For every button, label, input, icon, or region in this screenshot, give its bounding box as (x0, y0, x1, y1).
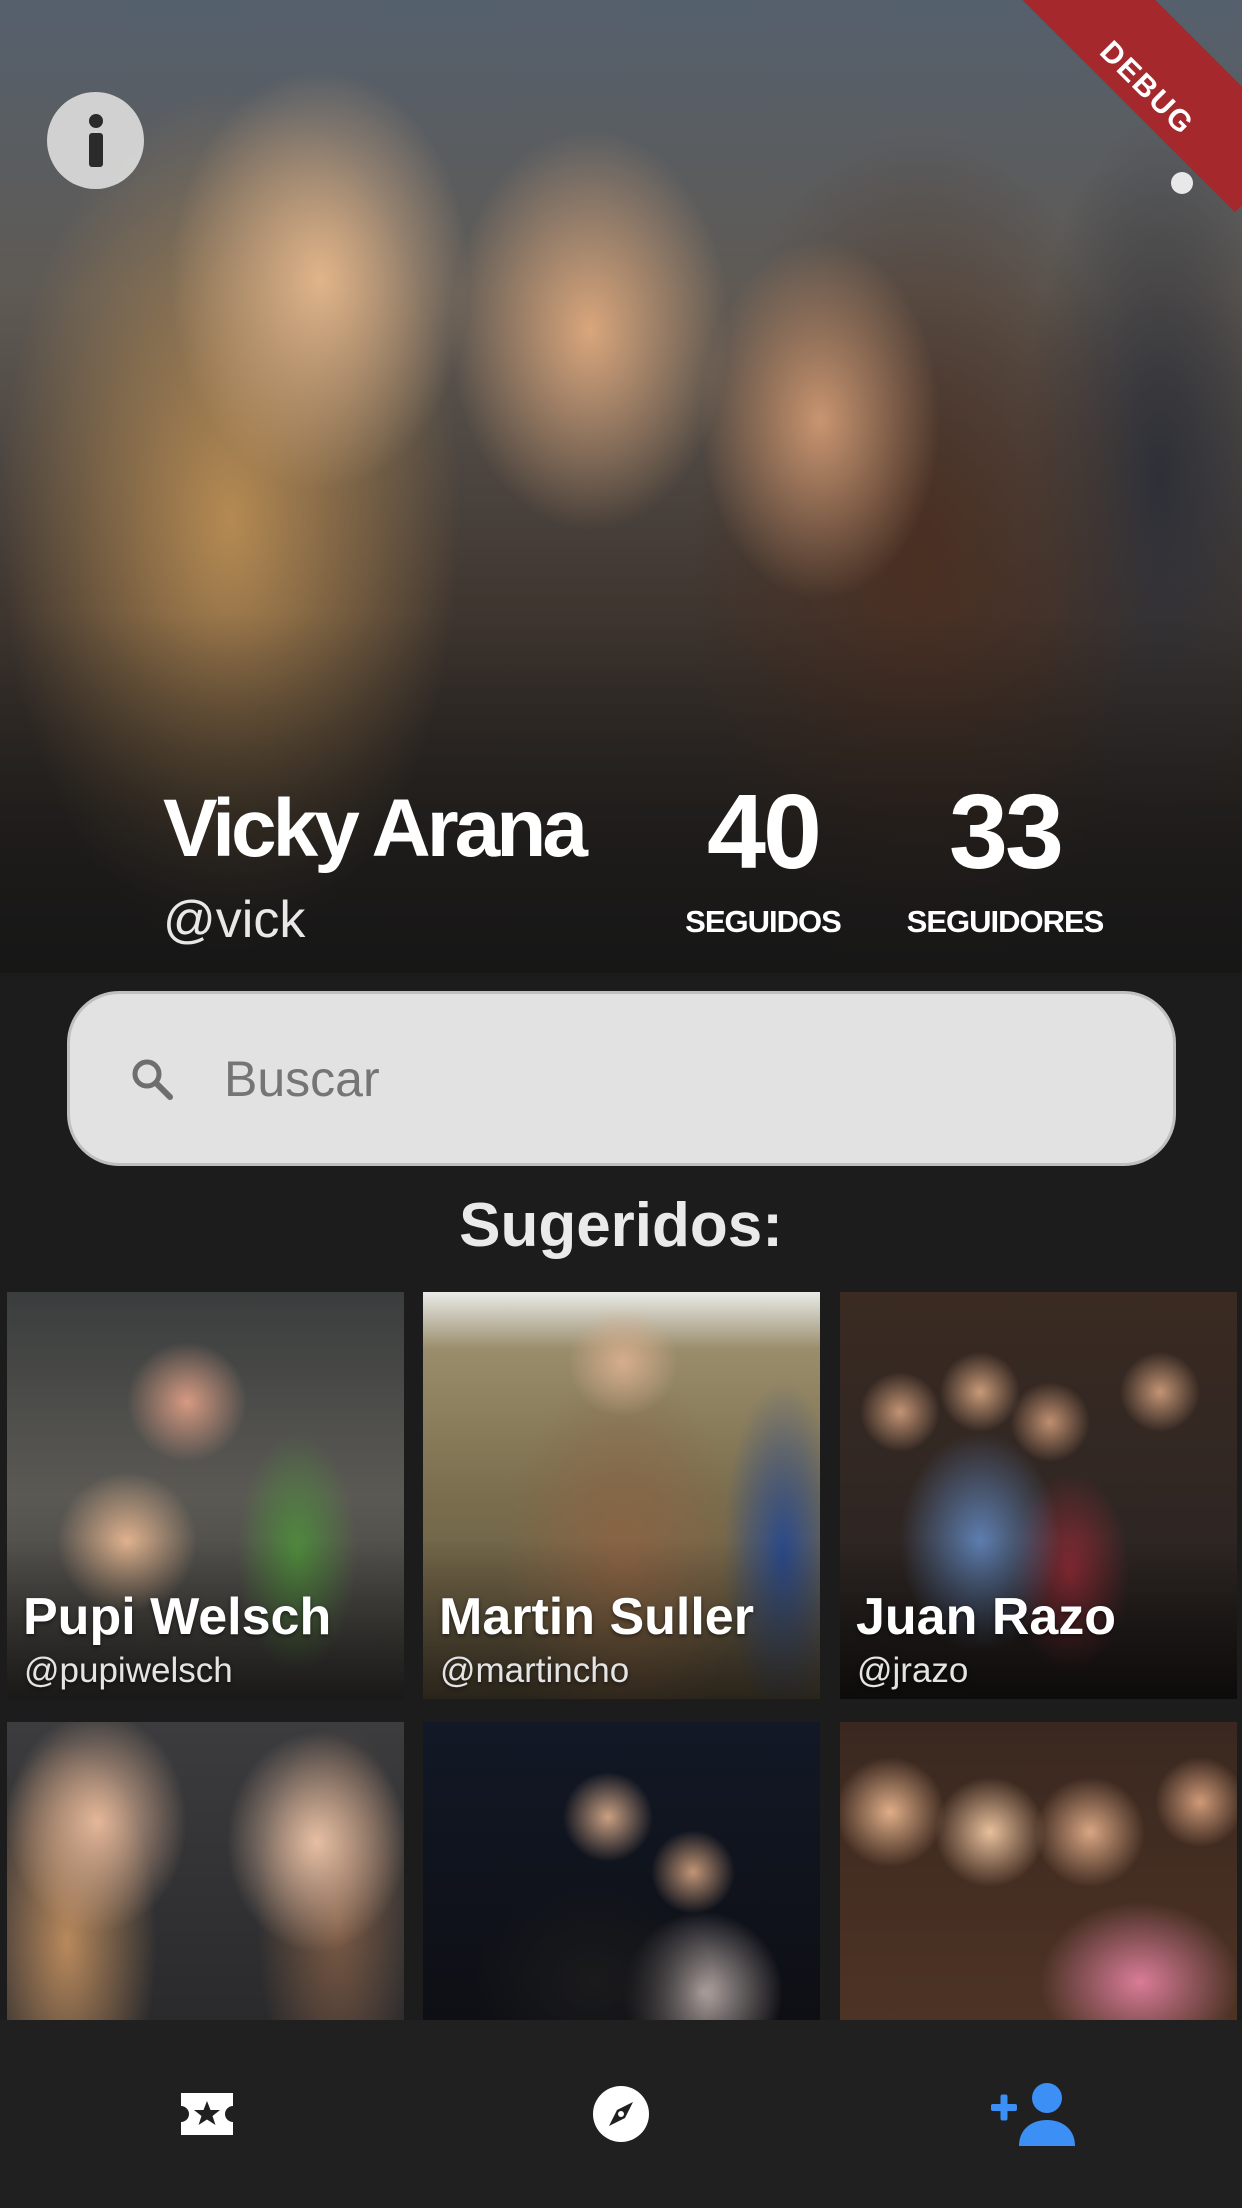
suggested-user-card[interactable] (423, 1722, 820, 2020)
user-name: Juan Razo (856, 1588, 1117, 1646)
suggested-user-card[interactable]: Pupi Welsch @pupiwelsch (7, 1292, 404, 1699)
user-name: Pupi Welsch (23, 1588, 332, 1646)
suggested-grid: Pupi Welsch @pupiwelsch Martin Suller @m… (0, 0, 1242, 2020)
nav-explore[interactable] (551, 2044, 691, 2184)
nav-people[interactable] (965, 2044, 1105, 2184)
nav-tickets[interactable] (137, 2044, 277, 2184)
user-photo (840, 1722, 1237, 2020)
user-handle: @martincho (440, 1651, 630, 1690)
user-photo (7, 1722, 404, 2020)
user-photo (423, 1722, 820, 2020)
app-root: DEBUG Vicky Arana @vick 40 SEGUIDOS 33 S… (0, 0, 1242, 2208)
person-add-icon (991, 2083, 1075, 2146)
suggested-user-card[interactable]: Martin Suller @martincho (423, 1292, 820, 1699)
suggested-user-card[interactable]: Juan Razo @jrazo (840, 1292, 1237, 1699)
suggested-user-card[interactable] (7, 1722, 404, 2020)
user-name: Martin Suller (439, 1588, 754, 1646)
user-handle: @pupiwelsch (24, 1651, 233, 1690)
bottom-navigation (0, 2020, 1242, 2208)
compass-icon (593, 2086, 649, 2142)
user-handle: @jrazo (857, 1651, 969, 1690)
ticket-star-icon (181, 2093, 233, 2135)
suggested-user-card[interactable] (840, 1722, 1237, 2020)
